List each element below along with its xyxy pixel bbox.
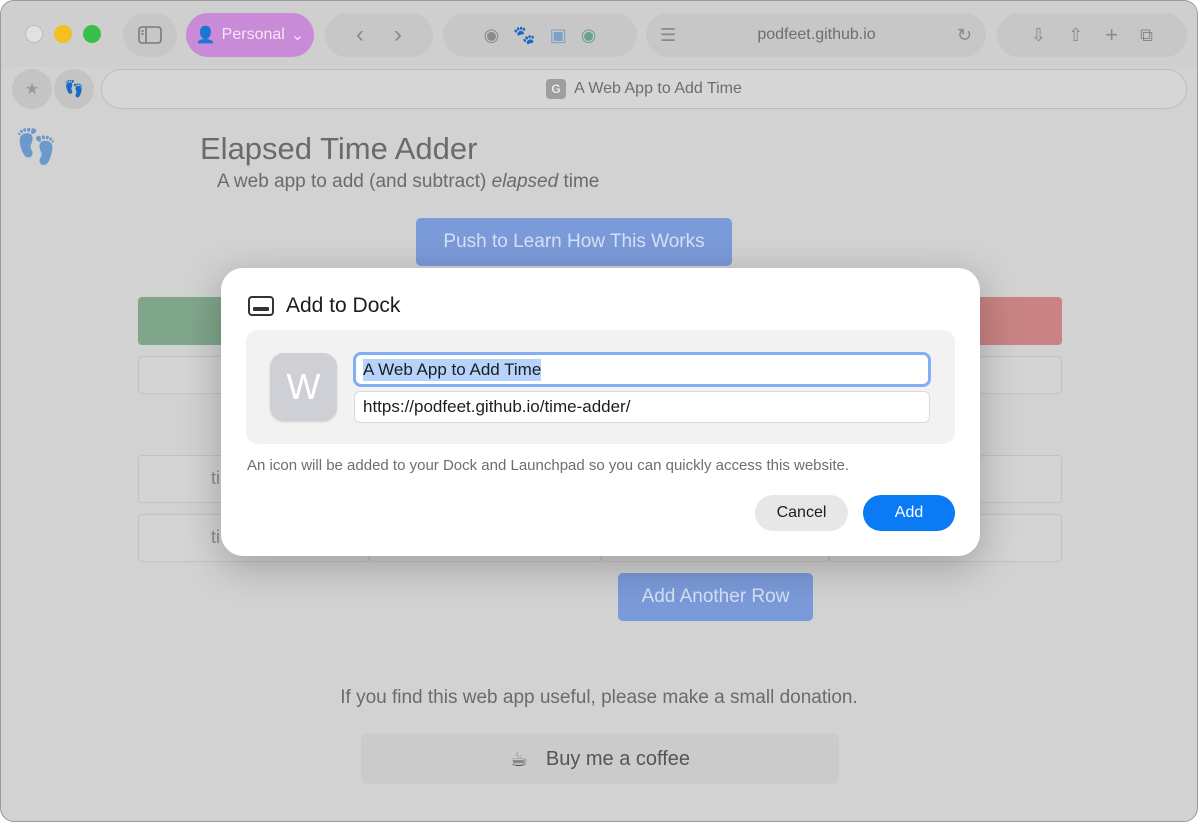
time-cell[interactable] [979,356,1062,394]
grammarly-extension-icon[interactable]: ◉ [581,26,597,44]
reload-icon[interactable]: ↻ [957,26,972,44]
add-another-row-button[interactable]: Add Another Row [618,573,813,621]
right-toolbar-group: ⇩ ⇧ + ⧉ [997,13,1187,57]
page-subtitle: A web app to add (and subtract) elapsed … [217,171,600,192]
stick-figure-icon: ★ [24,81,40,98]
page-menu-icon[interactable]: ☰ [660,26,676,44]
footprints-logo-icon: 👣 [15,128,58,166]
forward-icon[interactable]: › [394,23,402,47]
extensions-group: ◉ 🐾 ▣ ◉ [443,13,637,57]
zoom-window-button[interactable] [83,25,101,43]
profile-button[interactable]: 👤 Personal ⌄ [186,13,314,57]
time-row-cell[interactable] [979,455,1062,503]
navigation-group: ‹ › [325,13,433,57]
app-name-field[interactable]: A Web App to Add Time [353,352,931,387]
app-url-field[interactable]: https://podfeet.github.io/time-adder/ [354,391,930,423]
add-to-dock-dialog: Add to Dock W A Web App to Add Time http… [221,268,980,556]
close-window-button[interactable] [25,25,43,43]
cancel-button[interactable]: Cancel [755,495,848,531]
buy-coffee-button[interactable]: ☕ Buy me a coffee [361,734,839,784]
search-extension-icon[interactable]: ▣ [550,26,567,44]
tab-title: A Web App to Add Time [574,80,742,97]
dialog-title: Add to Dock [286,294,401,317]
address-bar[interactable]: ☰ podfeet.github.io ↻ [646,13,986,57]
dialog-description: An icon will be added to your Dock and L… [247,457,850,474]
footprints-icon: 👣 [64,81,84,98]
app-url-value: https://podfeet.github.io/time-adder/ [363,397,631,416]
new-tab-icon[interactable]: + [1105,24,1118,46]
back-icon[interactable]: ‹ [356,23,364,47]
sidebar-toggle-button[interactable] [123,13,177,57]
share-icon[interactable]: ⇧ [1068,26,1083,44]
app-icon[interactable]: W [270,353,337,421]
web-app-details-panel: W A Web App to Add Time https://podfeet.… [246,330,955,444]
downloads-icon[interactable]: ⇩ [1031,26,1046,44]
pinned-tab-1[interactable]: ★ [12,69,52,109]
tab-overview-icon[interactable]: ⧉ [1140,26,1153,44]
toolbar: 👤 Personal ⌄ ‹ › ◉ 🐾 ▣ ◉ ☰ podfeet.githu… [1,1,1197,67]
learn-how-button[interactable]: Push to Learn How This Works [416,218,732,266]
pinned-tab-2[interactable]: 👣 [54,69,94,109]
donate-text: If you find this web app useful, please … [340,687,858,708]
profile-label: Personal [221,26,285,43]
dialog-header: Add to Dock [248,294,400,318]
coffee-label: Buy me a coffee [545,747,691,770]
app-name-value: A Web App to Add Time [363,358,542,381]
person-icon: 👤 [195,27,216,44]
chevron-down-icon: ⌄ [290,27,305,44]
dock-icon [248,296,274,316]
tab-bar: ★ 👣 G A Web App to Add Time [1,67,1197,111]
add-button[interactable]: Add [863,495,955,531]
tab-favicon-icon: G [546,79,567,99]
minimize-window-button[interactable] [54,25,72,43]
password-extension-icon[interactable]: ◉ [484,26,500,44]
paw-extension-icon[interactable]: 🐾 [513,26,535,44]
browser-window: 👤 Personal ⌄ ‹ › ◉ 🐾 ▣ ◉ ☰ podfeet.githu… [0,0,1198,822]
sidebar-icon [138,26,162,44]
coffee-icon: ☕ [509,748,528,771]
active-tab[interactable]: G A Web App to Add Time [101,69,1187,109]
address-text: podfeet.github.io [757,26,876,43]
page-title: Elapsed Time Adder [200,131,478,166]
